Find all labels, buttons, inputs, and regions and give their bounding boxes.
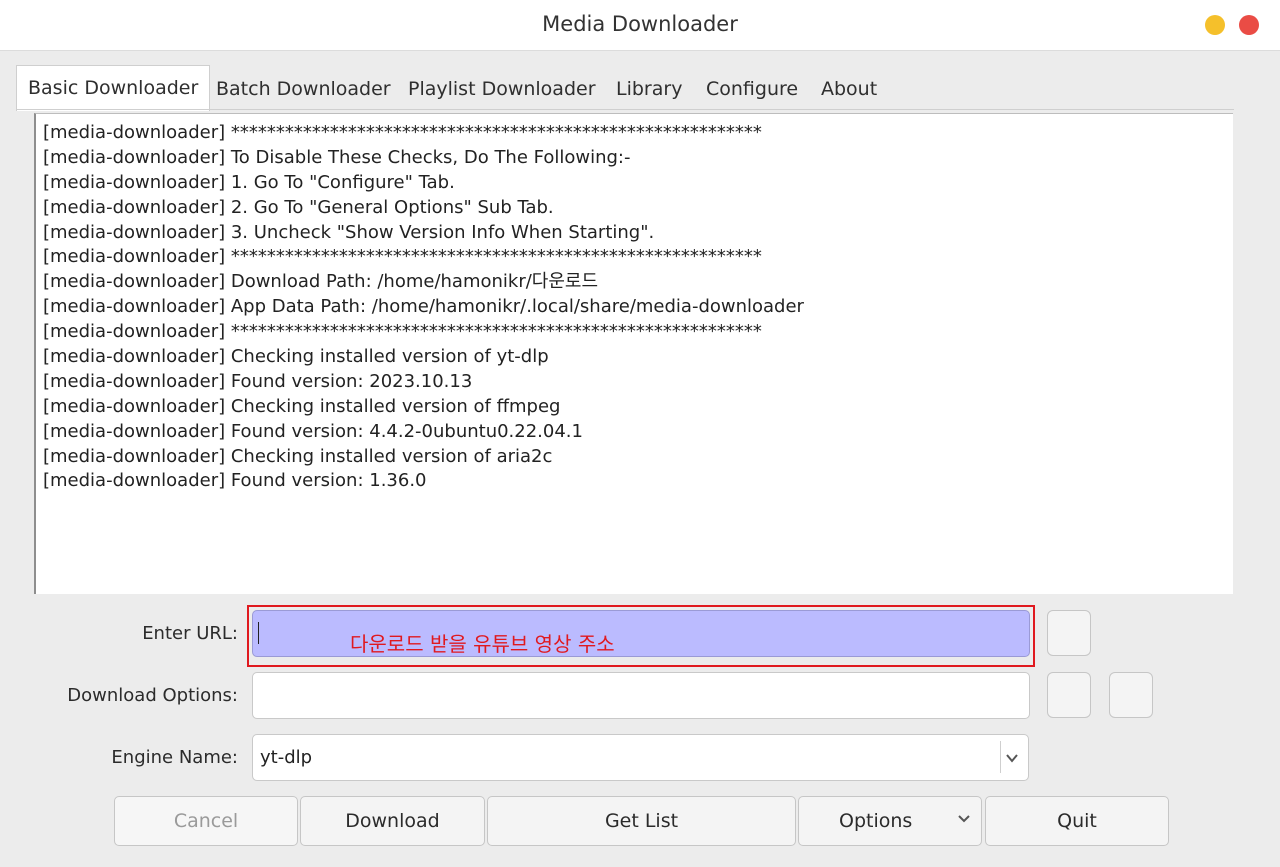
options-label: Download Options: [67, 685, 238, 706]
title-bar: Media Downloader [0, 0, 1280, 51]
log-line: [media-downloader] *********************… [43, 321, 762, 343]
tab-configure[interactable]: Configure [706, 66, 798, 110]
options-extra-button[interactable] [1109, 672, 1153, 718]
log-line: [media-downloader] 2. Go To "General Opt… [43, 196, 554, 218]
combo-separator [1000, 741, 1001, 773]
engine-label: Engine Name: [111, 747, 238, 768]
options-menu-button[interactable] [1047, 672, 1091, 718]
download-button[interactable]: Download [300, 796, 485, 846]
text-cursor [258, 622, 259, 644]
quit-button[interactable]: Quit [985, 796, 1169, 846]
minimize-button[interactable] [1205, 15, 1225, 35]
cancel-button[interactable]: Cancel [114, 796, 298, 846]
paste-url-button[interactable] [1047, 610, 1091, 656]
log-line: [media-downloader] Checking installed ve… [43, 445, 553, 467]
options-button[interactable]: Options [798, 796, 982, 846]
log-line: [media-downloader] Checking installed ve… [43, 346, 549, 368]
engine-value: yt-dlp [260, 747, 313, 768]
tab-library[interactable]: Library [616, 66, 682, 110]
log-line: [media-downloader] *********************… [43, 122, 762, 143]
log-line: [media-downloader] Download Path: /home/… [43, 271, 599, 293]
tab-playlist-downloader[interactable]: Playlist Downloader [408, 66, 596, 110]
log-output[interactable]: [media-downloader] *********************… [34, 113, 1233, 594]
log-lines: [media-downloader] *********************… [43, 121, 804, 494]
log-line: [media-downloader] Found version: 2023.1… [43, 370, 473, 392]
tab-panel-border [16, 109, 1234, 110]
log-line: [media-downloader] Checking installed ve… [43, 395, 561, 417]
log-line: [media-downloader] To Disable These Chec… [43, 146, 631, 168]
tab-basic-downloader[interactable]: Basic Downloader [16, 65, 211, 111]
engine-select[interactable] [252, 734, 1029, 781]
log-line: [media-downloader] Found version: 1.36.0 [43, 470, 427, 492]
log-line: [media-downloader] 1. Go To "Configure" … [43, 171, 455, 193]
get-list-button[interactable]: Get List [487, 796, 796, 846]
log-line: [media-downloader] 3. Uncheck "Show Vers… [43, 221, 655, 243]
url-label: Enter URL: [142, 623, 238, 644]
tab-about[interactable]: About [821, 66, 877, 110]
url-annotation: 다운로드 받을 유튜브 영상 주소 [350, 632, 615, 656]
close-button[interactable] [1239, 15, 1259, 35]
dropdown-arrow-icon [957, 813, 971, 825]
log-line: [media-downloader] App Data Path: /home/… [43, 296, 804, 318]
options-button-label: Options [839, 810, 913, 832]
window-title: Media Downloader [542, 12, 738, 36]
tab-batch-downloader[interactable]: Batch Downloader [216, 66, 391, 110]
download-options-input[interactable] [252, 672, 1030, 719]
chevron-down-icon[interactable] [1004, 751, 1020, 765]
log-line: [media-downloader] Found version: 4.4.2-… [43, 420, 583, 442]
log-line: [media-downloader] *********************… [43, 246, 762, 268]
